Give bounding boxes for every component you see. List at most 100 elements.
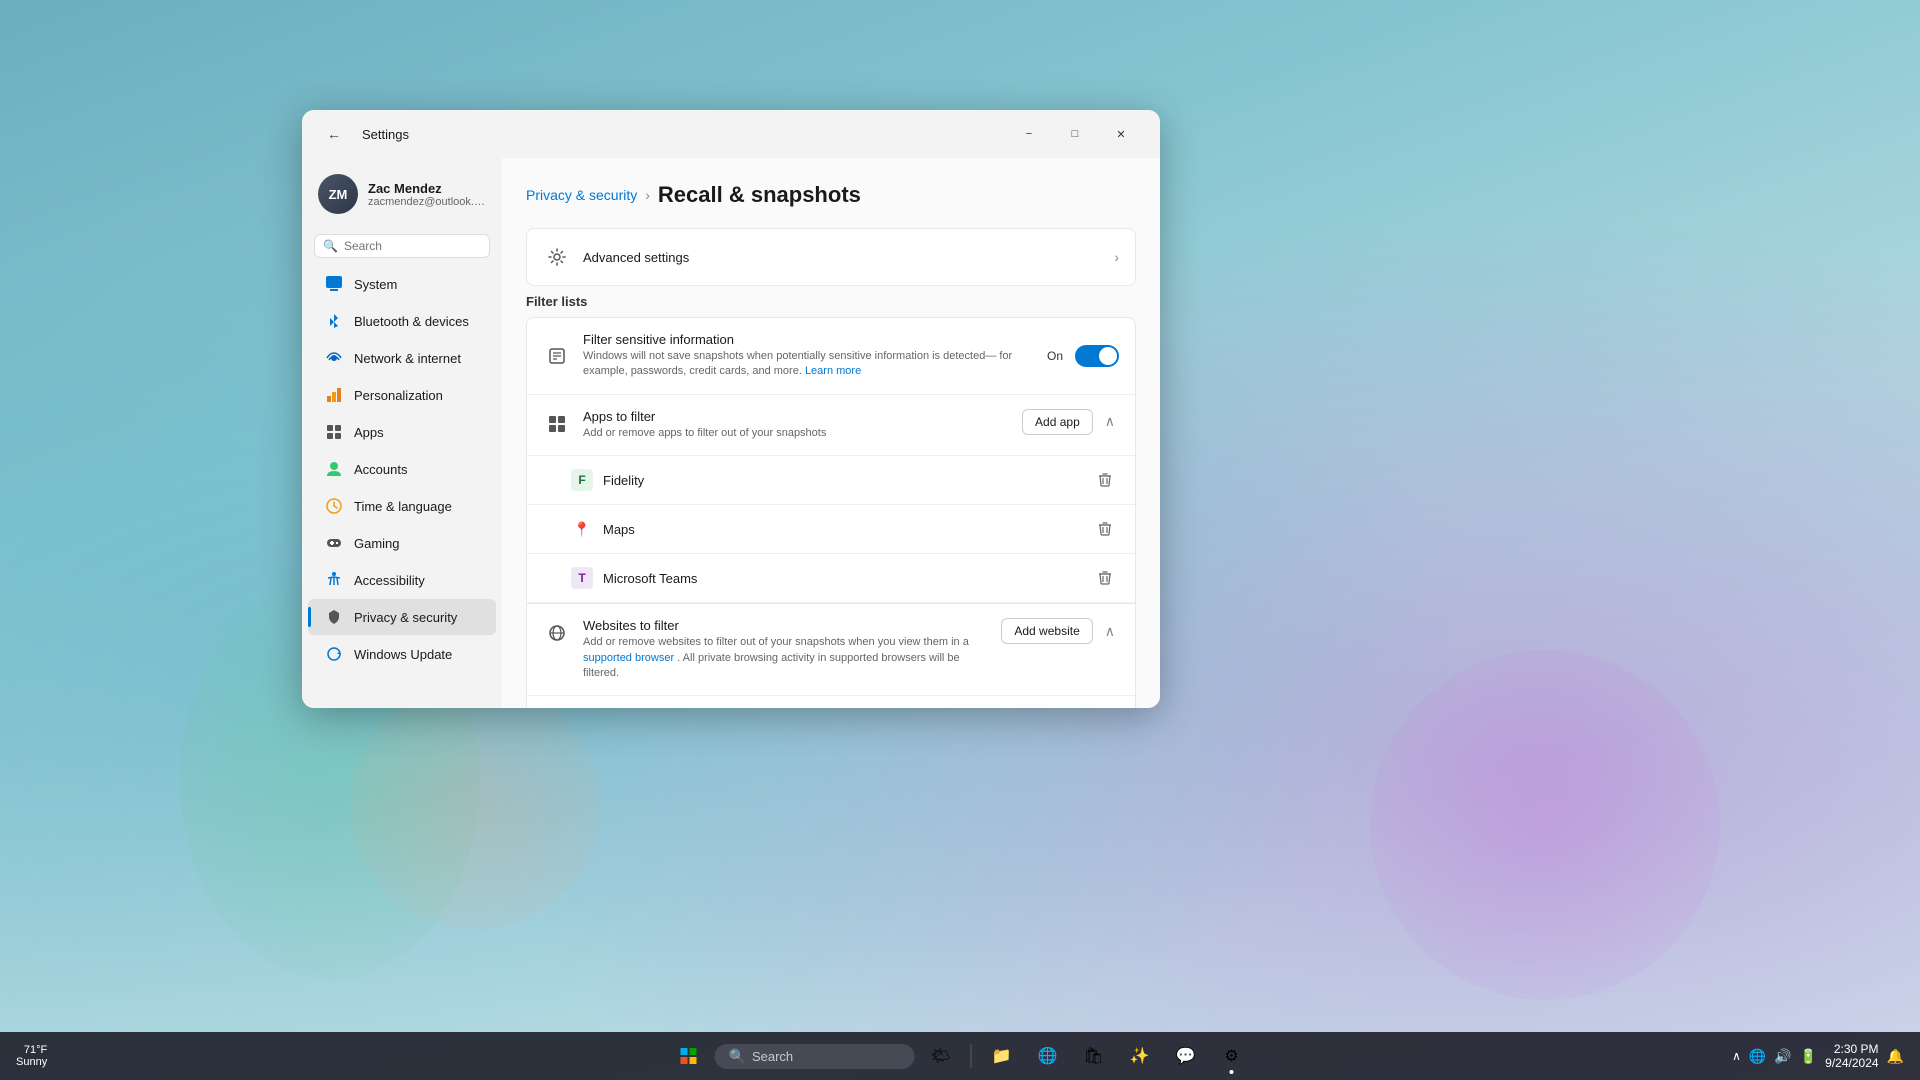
bluetooth-icon	[324, 311, 344, 331]
filter-sensitive-toggle-label: On	[1047, 349, 1063, 363]
notification-icon[interactable]: 🔔	[1887, 1048, 1904, 1065]
sidebar-search-box[interactable]: 🔍	[314, 234, 490, 258]
avatar: ZM	[318, 174, 358, 214]
sidebar-item-network[interactable]: Network & internet	[308, 340, 496, 376]
advanced-settings-card: Advanced settings ›	[526, 228, 1136, 286]
clock-date: 9/24/2024	[1825, 1056, 1878, 1070]
breadcrumb: Privacy & security › Recall & snapshots	[526, 182, 1136, 208]
filter-sensitive-content: Filter sensitive information Windows wil…	[583, 332, 1035, 380]
sidebar-item-personalization[interactable]: Personalization	[308, 377, 496, 413]
search-input[interactable]	[344, 239, 481, 253]
sidebar-item-apps[interactable]: Apps	[308, 414, 496, 450]
sidebar-item-gaming[interactable]: Gaming	[308, 525, 496, 561]
maps-app-name: Maps	[603, 522, 1081, 537]
filter-sensitive-desc: Windows will not save snapshots when pot…	[583, 349, 1035, 380]
sidebar-label-network: Network & internet	[354, 351, 461, 366]
websites-collapse-button[interactable]: ∧	[1101, 619, 1119, 644]
weather-info: 71°F Sunny	[16, 1044, 47, 1068]
taskbar-search[interactable]: 🔍 Search	[715, 1044, 915, 1069]
accessibility-icon	[324, 570, 344, 590]
maximize-button[interactable]: □	[1052, 118, 1098, 150]
websites-to-filter-action: Add website ∧	[1001, 618, 1119, 644]
sidebar-item-time[interactable]: Time & language	[308, 488, 496, 524]
advanced-settings-chevron: ›	[1114, 249, 1119, 265]
file-explorer-button[interactable]: 📁	[982, 1036, 1022, 1076]
websites-to-filter-content: Websites to filter Add or remove website…	[583, 618, 989, 681]
breadcrumb-parent[interactable]: Privacy & security	[526, 187, 637, 203]
apps-to-filter-action: Add app ∧	[1022, 409, 1119, 435]
settings-body: ZM Zac Mendez zacmendez@outlook.com 🔍 Sy…	[302, 158, 1160, 708]
personalization-icon	[324, 385, 344, 405]
store-button[interactable]: 🛍	[1074, 1036, 1114, 1076]
advanced-settings-content: Advanced settings	[583, 250, 1102, 265]
teams-delete-button[interactable]	[1091, 564, 1119, 592]
apps-to-filter-title: Apps to filter	[583, 409, 1010, 424]
apps-collapse-button[interactable]: ∧	[1101, 409, 1119, 434]
filter-sensitive-action: On	[1047, 345, 1119, 367]
start-button[interactable]	[669, 1036, 709, 1076]
taskbar-right: ∧ 🌐 🔊 🔋 2:30 PM 9/24/2024 🔔	[1732, 1042, 1904, 1070]
taskbar-center: 🔍 Search 🌤 📁 🌐 🛍 ✨ 💬 ⚙	[669, 1036, 1252, 1076]
website-fidelity-row: F fidelity.com	[527, 696, 1135, 708]
gaming-icon	[324, 533, 344, 553]
network-icon-tray[interactable]: 🌐	[1749, 1048, 1766, 1065]
back-button[interactable]: ←	[318, 118, 350, 150]
taskbar: 71°F Sunny 🔍 Search 🌤 📁 🌐 🛍 ✨	[0, 1032, 1920, 1080]
fidelity-website-delete-button[interactable]	[1091, 706, 1119, 708]
sidebar-item-update[interactable]: Windows Update	[308, 636, 496, 672]
sidebar-item-system[interactable]: System	[308, 266, 496, 302]
minimize-button[interactable]: −	[1006, 118, 1052, 150]
websites-link[interactable]: supported browser	[583, 652, 674, 664]
settings-button[interactable]: ⚙	[1212, 1036, 1252, 1076]
sidebar-label-personalization: Personalization	[354, 388, 443, 403]
advanced-settings-row[interactable]: Advanced settings ›	[527, 229, 1135, 285]
user-profile[interactable]: ZM Zac Mendez zacmendez@outlook.com	[302, 166, 502, 230]
volume-icon-tray[interactable]: 🔊	[1774, 1048, 1791, 1065]
maps-delete-button[interactable]	[1091, 515, 1119, 543]
sidebar-item-accounts[interactable]: Accounts	[308, 451, 496, 487]
teams-app-name: Microsoft Teams	[603, 571, 1081, 586]
advanced-settings-icon	[543, 243, 571, 271]
sidebar-label-gaming: Gaming	[354, 536, 400, 551]
system-tray-chevron[interactable]: ∧	[1732, 1049, 1741, 1063]
edge-button[interactable]: 🌐	[1028, 1036, 1068, 1076]
copilot-button[interactable]: ✨	[1120, 1036, 1160, 1076]
apps-to-filter-row: Apps to filter Add or remove apps to fil…	[527, 395, 1135, 456]
sidebar: ZM Zac Mendez zacmendez@outlook.com 🔍 Sy…	[302, 158, 502, 708]
sidebar-label-apps: Apps	[354, 425, 384, 440]
apps-to-filter-desc: Add or remove apps to filter out of your…	[583, 426, 1010, 441]
teams-button[interactable]: 💬	[1166, 1036, 1206, 1076]
filter-sensitive-link[interactable]: Learn more	[805, 365, 861, 377]
sidebar-item-privacy[interactable]: Privacy & security	[308, 599, 496, 635]
apps-to-filter-content: Apps to filter Add or remove apps to fil…	[583, 409, 1010, 441]
privacy-icon	[324, 607, 344, 627]
filter-lists-label: Filter lists	[526, 294, 1136, 309]
network-icon	[324, 348, 344, 368]
titlebar: ← Settings − □ ✕	[302, 110, 1160, 158]
widgets-button[interactable]: 🌤	[921, 1036, 961, 1076]
add-app-button[interactable]: Add app	[1022, 409, 1093, 435]
fidelity-app-icon: F	[571, 469, 593, 491]
app-teams-row: T Microsoft Teams	[527, 554, 1135, 603]
window-title: Settings	[362, 127, 994, 142]
sidebar-item-bluetooth[interactable]: Bluetooth & devices	[308, 303, 496, 339]
page-title: Recall & snapshots	[658, 182, 861, 208]
websites-to-filter-row: Websites to filter Add or remove website…	[527, 603, 1135, 696]
window-controls: − □ ✕	[1006, 118, 1144, 150]
search-icon: 🔍	[323, 239, 338, 253]
add-website-button[interactable]: Add website	[1001, 618, 1092, 644]
user-info: Zac Mendez zacmendez@outlook.com	[368, 181, 486, 208]
filter-sensitive-icon	[543, 342, 571, 370]
filter-sensitive-toggle[interactable]	[1075, 345, 1119, 367]
weather-condition: Sunny	[16, 1056, 47, 1068]
sidebar-item-accessibility[interactable]: Accessibility	[308, 562, 496, 598]
taskbar-time[interactable]: 2:30 PM 9/24/2024	[1825, 1042, 1878, 1070]
battery-icon-tray[interactable]: 🔋	[1800, 1048, 1817, 1065]
close-button[interactable]: ✕	[1098, 118, 1144, 150]
app-maps-row: 📍 Maps	[527, 505, 1135, 554]
main-content: Privacy & security › Recall & snapshots …	[502, 158, 1160, 708]
system-icon	[324, 274, 344, 294]
fidelity-delete-button[interactable]	[1091, 466, 1119, 494]
avatar-initials: ZM	[329, 187, 348, 202]
sidebar-label-system: System	[354, 277, 397, 292]
